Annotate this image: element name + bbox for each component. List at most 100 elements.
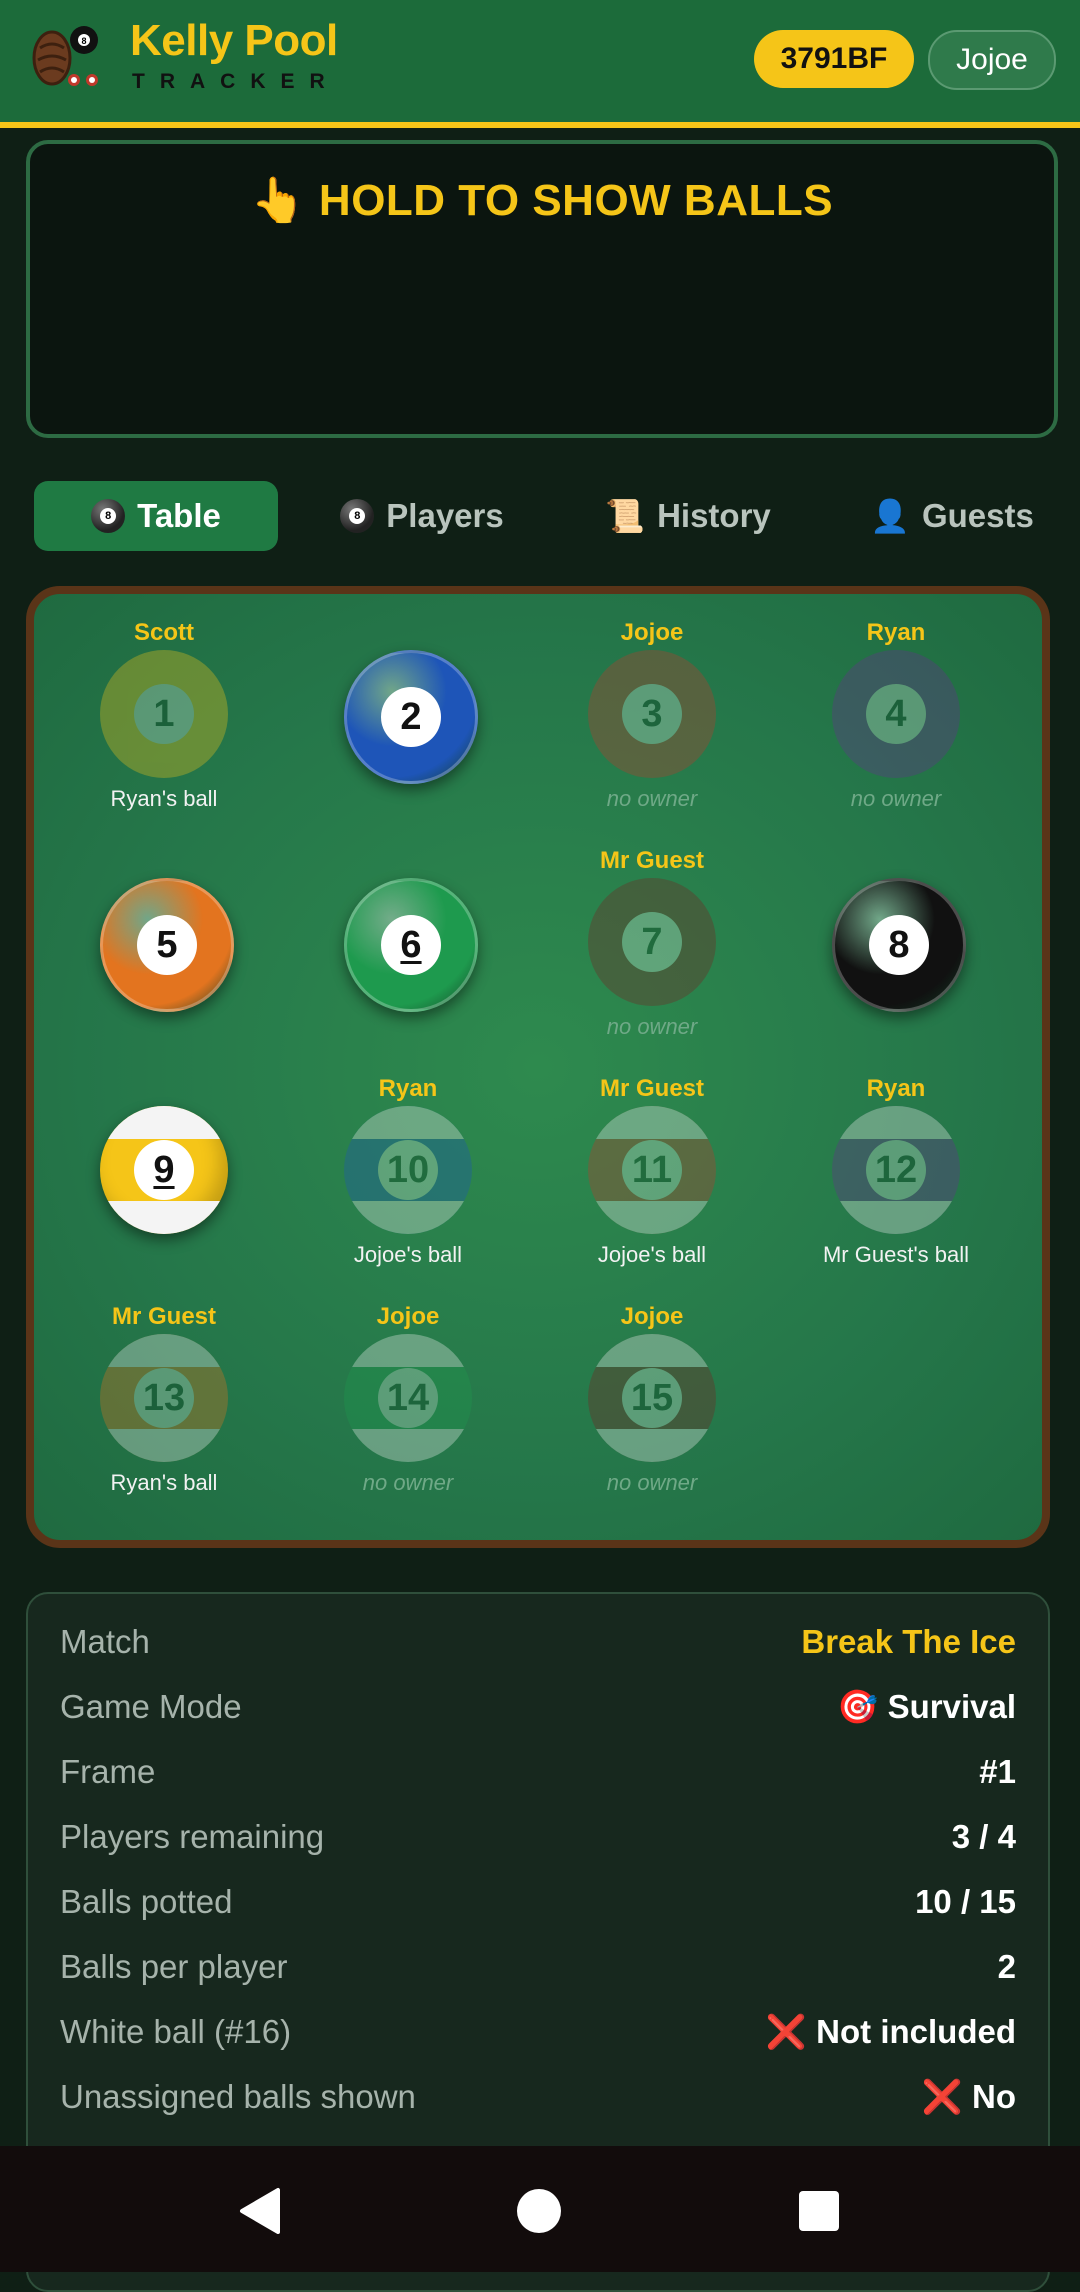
info-label: Frame — [60, 1753, 156, 1790]
app-header: 8 Kelly Pool TRACKER 3791BF Jojoe — [0, 0, 1080, 122]
pool-ball-6[interactable]: 6 — [344, 878, 478, 1012]
ball-owner-label: Jojoe — [620, 619, 684, 646]
ball-assignment-label: no owner — [606, 1470, 698, 1495]
person-icon: 👤 — [870, 498, 910, 534]
recents-icon[interactable] — [784, 2176, 854, 2246]
pool-ball-2[interactable]: 2 — [344, 650, 478, 784]
tab-label: Table — [137, 497, 221, 534]
info-label: Balls per player — [60, 1948, 288, 1985]
ball-number: 1 — [134, 684, 194, 744]
ball-number: 15 — [622, 1368, 682, 1428]
ball-owner-label — [42, 846, 286, 876]
tab-history[interactable]: 📜 History — [566, 481, 810, 551]
ball-owner-label: Jojoe — [376, 1303, 440, 1330]
header-divider — [0, 122, 1080, 128]
ball-owner-label: Ryan — [378, 1075, 438, 1102]
pool-ball-4[interactable]: 4 — [832, 650, 960, 778]
info-label: Match — [60, 1623, 150, 1660]
ball-slot-15: Jojoe 15 no owner — [530, 1302, 774, 1498]
hold-to-show-balls-panel[interactable]: 👆 HOLD TO SHOW BALLS — [26, 140, 1058, 438]
eight-ball-icon: 8 — [340, 499, 375, 533]
ball-slot-14: Jojoe 14 no owner — [286, 1302, 530, 1498]
info-value: ❌ Not included — [765, 2012, 1016, 2050]
pool-ball-11[interactable]: 11 — [588, 1106, 716, 1234]
ball-number: 7 — [622, 912, 682, 972]
ball-number: 8 — [869, 915, 929, 975]
ball-slot-1: Scott 1 Ryan's ball — [42, 618, 286, 814]
ball-owner-label: Mr Guest — [111, 1303, 216, 1330]
ball-assignment-label — [42, 1012, 286, 1042]
info-row: Frame #1 — [60, 1744, 1016, 1800]
info-value: 10 / 15 — [915, 1883, 1016, 1920]
ball-slot-6: 6 — [286, 846, 530, 1042]
ball-slot-2: 2 — [286, 618, 530, 814]
pool-ball-3[interactable]: 3 — [588, 650, 716, 778]
system-nav-bar — [0, 2146, 1080, 2272]
user-button[interactable]: Jojoe — [928, 30, 1056, 90]
pool-ball-10[interactable]: 10 — [344, 1106, 472, 1234]
pool-ball-5[interactable]: 5 — [100, 878, 234, 1012]
ball-number: 3 — [622, 684, 682, 744]
ball-number: 13 — [134, 1368, 194, 1428]
ball-number: 6 — [381, 915, 441, 975]
info-label: Game Mode — [60, 1688, 242, 1725]
room-code-badge[interactable]: 3791BF — [754, 30, 914, 88]
app-logo-icon: 8 — [32, 26, 98, 86]
ball-slot-4: Ryan 4 no owner — [774, 618, 1018, 814]
tab-table[interactable]: 8 Table — [34, 481, 278, 551]
info-row: Balls per player 2 — [60, 1939, 1016, 1995]
app-title: Kelly Pool — [130, 16, 338, 65]
pool-ball-1[interactable]: 1 — [100, 650, 228, 778]
ball-owner-label — [286, 846, 530, 876]
pool-ball-13[interactable]: 13 — [100, 1334, 228, 1462]
pool-ball-15[interactable]: 15 — [588, 1334, 716, 1462]
info-row: Balls potted 10 / 15 — [60, 1874, 1016, 1930]
ball-slot-8: 8 — [774, 846, 1018, 1042]
info-value: #1 — [979, 1753, 1016, 1790]
pool-ball-7[interactable]: 7 — [588, 878, 716, 1006]
info-value: 3 / 4 — [951, 1818, 1016, 1855]
ball-slot-10: Ryan 10 Jojoe's ball — [286, 1074, 530, 1270]
ball-slot-13: Mr Guest 13 Ryan's ball — [42, 1302, 286, 1498]
ball-owner-label: Jojoe — [620, 1303, 684, 1330]
info-row: Game Mode 🎯 Survival — [60, 1679, 1016, 1735]
home-icon[interactable] — [504, 2176, 574, 2246]
ball-assignment-label: no owner — [606, 1014, 698, 1039]
ball-number: 10 — [378, 1140, 438, 1200]
ball-number: 2 — [381, 687, 441, 747]
ball-owner-label: Ryan — [866, 1075, 926, 1102]
ball-owner-label — [286, 618, 530, 648]
tab-guests[interactable]: 👤 Guests — [830, 481, 1074, 551]
pool-ball-12[interactable]: 12 — [832, 1106, 960, 1234]
ball-slot-11: Mr Guest 11 Jojoe's ball — [530, 1074, 774, 1270]
info-value: ❌ No — [921, 2077, 1016, 2115]
info-label: Unassigned balls shown — [60, 2078, 416, 2115]
info-value: 🎯 Survival — [837, 1687, 1016, 1725]
pool-ball-14[interactable]: 14 — [344, 1334, 472, 1462]
ball-owner-label — [774, 846, 1018, 876]
ball-number: 5 — [137, 915, 197, 975]
ball-assignment-label — [774, 1012, 1018, 1042]
info-label: White ball (#16) — [60, 2013, 292, 2050]
pool-ball-9[interactable]: 9 — [100, 1106, 228, 1234]
ball-assignment-label — [286, 1012, 530, 1042]
tab-players[interactable]: 8 Players — [300, 481, 544, 551]
ball-assignment-label: Jojoe's ball — [353, 1242, 463, 1267]
scroll-icon: 📜 — [605, 498, 646, 534]
ball-assignment-label — [286, 784, 530, 814]
ball-number: 11 — [622, 1140, 682, 1200]
ball-number: 12 — [866, 1140, 926, 1200]
pool-ball-8[interactable]: 8 — [832, 878, 966, 1012]
ball-assignment-label: Ryan's ball — [110, 786, 218, 811]
info-label: Balls potted — [60, 1883, 233, 1920]
ball-assignment-label: Ryan's ball — [110, 1470, 218, 1495]
back-icon[interactable] — [224, 2176, 294, 2246]
ball-number: 9 — [134, 1140, 194, 1200]
tab-label: Players — [386, 497, 504, 534]
ball-slot-5: 5 — [42, 846, 286, 1042]
hold-instruction: 👆 HOLD TO SHOW BALLS — [250, 176, 834, 225]
ball-assignment-label — [42, 1240, 286, 1270]
ball-assignment-label: no owner — [362, 1470, 454, 1495]
ball-owner-label: Mr Guest — [599, 1075, 704, 1102]
info-row: Players remaining 3 / 4 — [60, 1809, 1016, 1865]
